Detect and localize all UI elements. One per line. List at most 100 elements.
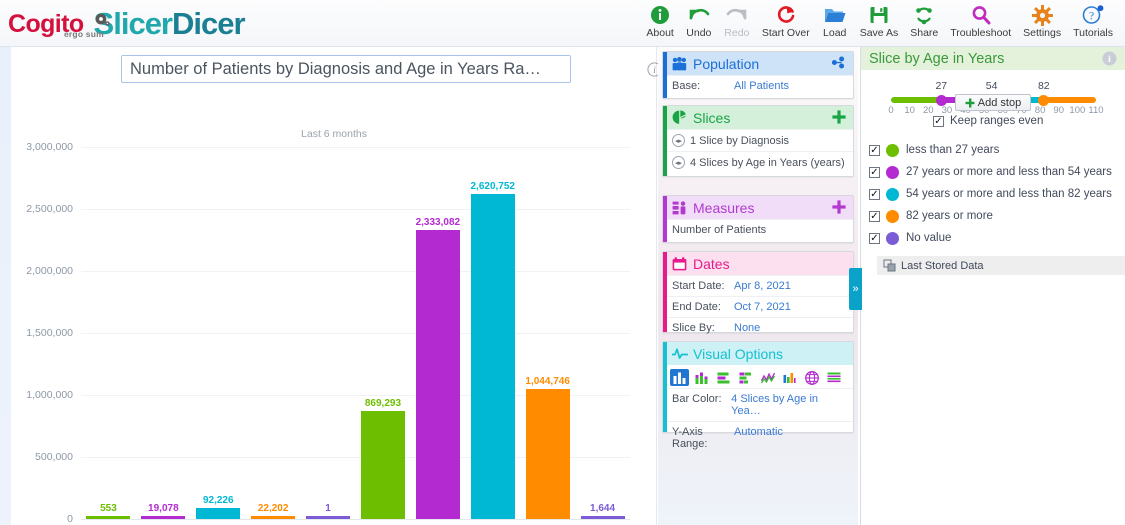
slices-row[interactable]: ◂▸4 Slices by Age in Years (years) bbox=[663, 151, 853, 173]
dates-card: Dates Start Date:Apr 8, 2021End Date:Oct … bbox=[662, 251, 854, 333]
mixed-chart-icon[interactable] bbox=[780, 369, 799, 386]
floppy-disk-icon bbox=[869, 4, 889, 26]
toolbar-start-over-button[interactable]: Start Over bbox=[756, 2, 816, 39]
toolbar-item-label: Undo bbox=[686, 27, 711, 39]
y-axis-tick-label: 3,000,000 bbox=[11, 141, 73, 153]
chart-bar[interactable] bbox=[86, 516, 130, 519]
legend-item[interactable]: ✓ less than 27 years bbox=[861, 139, 1125, 161]
population-settings-icon[interactable] bbox=[832, 56, 846, 72]
legend-label: No value bbox=[906, 232, 951, 244]
visual-options-row[interactable]: Bar Color:4 Slices by Age in Yea… bbox=[663, 388, 853, 421]
toolbar-tutorials-button[interactable]: ?Tutorials bbox=[1067, 2, 1119, 39]
column-chart-icon[interactable] bbox=[670, 369, 689, 386]
refresh-circular-icon bbox=[776, 4, 796, 26]
slider-stop-value: 27 bbox=[927, 80, 955, 92]
plus-icon[interactable] bbox=[832, 110, 846, 127]
dates-row[interactable]: Slice By:None bbox=[663, 317, 853, 338]
open-folder-icon bbox=[824, 4, 846, 26]
toolbar-item-label: Settings bbox=[1023, 27, 1061, 39]
legend-item[interactable]: ✓ No value bbox=[861, 227, 1125, 249]
slices-row[interactable]: ◂▸1 Slice by Diagnosis bbox=[663, 129, 853, 151]
legend-item[interactable]: ✓82 years or more bbox=[861, 205, 1125, 227]
card-accent-bar bbox=[663, 196, 667, 242]
legend-checkbox[interactable]: ✓ bbox=[869, 189, 880, 200]
stacked-column-chart-icon[interactable] bbox=[692, 369, 711, 386]
legend-checkbox[interactable]: ✓ bbox=[869, 233, 880, 244]
last-stored-data-row[interactable]: Last Stored Data bbox=[877, 256, 1125, 275]
legend-checkbox[interactable]: ✓ bbox=[869, 145, 880, 156]
globe-map-icon[interactable] bbox=[802, 369, 821, 386]
legend-checkbox[interactable]: ✓ bbox=[869, 211, 880, 222]
slice-legend-list: ✓ less than 27 years ✓27 years or more and… bbox=[861, 139, 1125, 249]
legend-color-dot bbox=[886, 166, 899, 179]
legend-item[interactable]: ✓54 years or more and less than 82 years bbox=[861, 183, 1125, 205]
legend-label: less than 27 years bbox=[906, 144, 999, 156]
bar-value-label: 2,620,752 bbox=[449, 181, 537, 192]
dates-card-title: Dates bbox=[693, 256, 730, 272]
chart-bar[interactable] bbox=[581, 516, 625, 519]
card-accent-bar bbox=[663, 106, 667, 176]
slider-stop-value: 54 bbox=[978, 80, 1006, 92]
y-axis-tick-label: 0 bbox=[11, 513, 73, 525]
row-value: Apr 8, 2021 bbox=[734, 280, 791, 292]
population-row[interactable]: Base:All Patients bbox=[663, 75, 853, 96]
line-chart-icon[interactable] bbox=[758, 369, 777, 386]
row-key: Y-Axis Range: bbox=[672, 426, 734, 450]
measures-card-title: Measures bbox=[693, 200, 754, 216]
visual-options-card-title: Visual Options bbox=[693, 346, 783, 362]
add-stop-button[interactable]: Add stop bbox=[955, 94, 1031, 111]
slider-stop-handle[interactable] bbox=[1038, 95, 1049, 106]
keep-ranges-even-checkbox[interactable]: ✓ bbox=[933, 116, 944, 127]
bar-chart-icon[interactable] bbox=[714, 369, 733, 386]
y-axis-tick-label: 1,500,000 bbox=[11, 327, 73, 339]
toolbar-save-as-button[interactable]: Save As bbox=[854, 2, 905, 39]
gridline bbox=[81, 271, 630, 272]
chart-bar[interactable] bbox=[361, 411, 405, 519]
chart-bar[interactable] bbox=[141, 516, 185, 519]
legend-item[interactable]: ✓27 years or more and less than 54 years bbox=[861, 161, 1125, 183]
stacked-bar-chart-icon[interactable] bbox=[736, 369, 755, 386]
toolbar-undo-button[interactable]: Undo bbox=[680, 2, 718, 39]
toolbar-troubleshoot-button[interactable]: Troubleshoot bbox=[944, 2, 1017, 39]
redo-arrow-icon bbox=[726, 4, 748, 26]
row-value: None bbox=[734, 322, 760, 334]
population-group-icon bbox=[672, 56, 688, 71]
expand-panel-button[interactable]: » bbox=[849, 268, 862, 310]
measures-card: Measures Number of Patients bbox=[662, 195, 854, 243]
slider-segment[interactable] bbox=[1044, 97, 1096, 103]
bar-value-label: 1,644 bbox=[559, 503, 647, 514]
chart-bar[interactable] bbox=[416, 230, 460, 519]
plus-icon[interactable] bbox=[832, 200, 846, 217]
slider-stop-handle[interactable] bbox=[936, 95, 947, 106]
chart-subtitle: Last 6 months bbox=[11, 128, 657, 140]
toolbar-item-label: Load bbox=[823, 27, 846, 39]
toolbar-about-button[interactable]: About bbox=[640, 2, 679, 39]
chart-bar[interactable] bbox=[471, 194, 515, 519]
chart-bar[interactable] bbox=[251, 516, 295, 519]
legend-checkbox[interactable]: ✓ bbox=[869, 167, 880, 178]
chart-bar[interactable] bbox=[306, 516, 350, 519]
dates-row[interactable]: Start Date:Apr 8, 2021 bbox=[663, 275, 853, 296]
table-chart-icon[interactable] bbox=[824, 369, 843, 386]
legend-color-dot bbox=[886, 188, 899, 201]
visual-options-row[interactable]: Y-Axis Range:Automatic bbox=[663, 421, 853, 454]
chart-bar[interactable] bbox=[526, 389, 570, 519]
bar-value-label: 1,044,746 bbox=[504, 376, 592, 387]
chart-title-input[interactable]: Number of Patients by Diagnosis and Age … bbox=[121, 55, 571, 83]
toolbar-settings-button[interactable]: Settings bbox=[1017, 2, 1067, 39]
measures-row[interactable]: Number of Patients bbox=[663, 219, 853, 240]
dates-card-header: Dates bbox=[663, 252, 853, 275]
dates-row[interactable]: End Date:Oct 7, 2021 bbox=[663, 296, 853, 317]
slider-stop-value: 82 bbox=[1030, 80, 1058, 92]
slices-pie-icon bbox=[672, 110, 688, 125]
visual-options-card-header: Visual Options bbox=[663, 342, 853, 365]
magnifier-icon bbox=[971, 4, 991, 26]
info-circle-icon[interactable]: i bbox=[1102, 51, 1117, 66]
keep-ranges-even-row[interactable]: ✓ Keep ranges even bbox=[933, 115, 1043, 127]
toolbar-share-button[interactable]: Share bbox=[904, 2, 944, 39]
toolbar-load-button[interactable]: Load bbox=[816, 2, 854, 39]
slider-segment[interactable] bbox=[891, 97, 941, 103]
row-label: 1 Slice by Diagnosis bbox=[690, 135, 789, 147]
y-axis-tick-label: 2,000,000 bbox=[11, 265, 73, 277]
row-key: Slice By: bbox=[672, 322, 734, 334]
